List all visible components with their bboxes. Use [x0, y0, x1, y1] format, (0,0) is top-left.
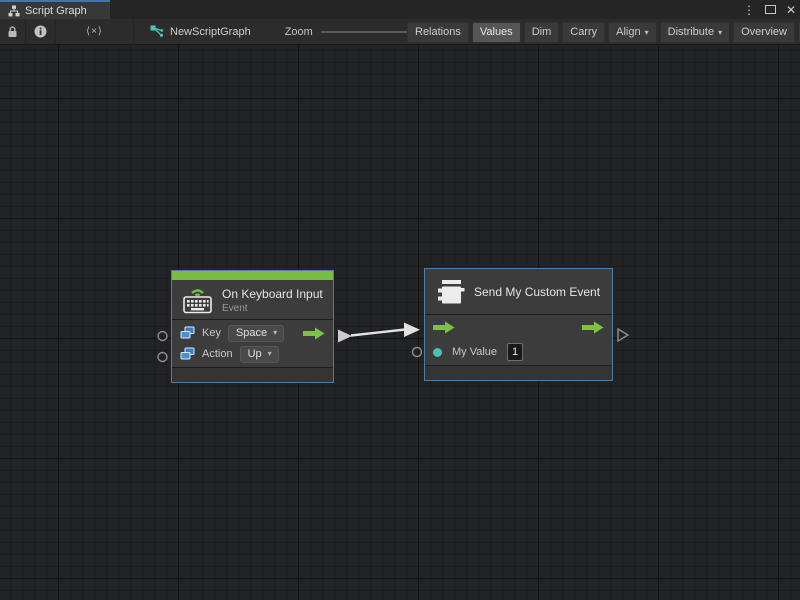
- node-footer: [172, 368, 333, 382]
- info-icon: [34, 25, 47, 38]
- code-view-button[interactable]: ⟨×⟩: [56, 19, 134, 45]
- chevron-down-icon: ▾: [273, 328, 277, 337]
- literal-icon: [180, 326, 195, 340]
- control-flow-row: [425, 315, 612, 339]
- value-port-dot-icon[interactable]: [433, 348, 442, 357]
- chevron-down-icon: ▾: [268, 349, 272, 358]
- connections-overlay: [0, 45, 800, 600]
- node-footer: [425, 366, 612, 380]
- carry-button[interactable]: Carry: [562, 22, 605, 43]
- action-port-label: Action: [202, 348, 233, 360]
- graph-hierarchy-icon: [8, 5, 20, 17]
- action-port-row: Action Up ▾: [172, 344, 333, 365]
- key-port-label: Key: [202, 327, 221, 339]
- connection-end-arrow: [404, 323, 420, 338]
- key-input-port: [158, 332, 167, 341]
- key-dropdown[interactable]: Space ▾: [228, 325, 284, 342]
- chevron-down-icon: ▾: [718, 28, 722, 37]
- action-dropdown[interactable]: Up ▾: [240, 346, 279, 363]
- output-port-triangle: [618, 329, 628, 341]
- graph-name: NewScriptGraph: [170, 26, 251, 38]
- my-value-row: My Value 1: [425, 339, 612, 365]
- literal-icon: [180, 347, 195, 361]
- control-input-arrow-icon[interactable]: [433, 321, 455, 334]
- relations-button[interactable]: Relations: [407, 22, 469, 43]
- key-port-row: Key Space ▾: [172, 323, 333, 344]
- lock-icon: [7, 26, 18, 38]
- align-dropdown-button[interactable]: Align ▾: [608, 22, 656, 43]
- custom-event-icon: [435, 278, 465, 306]
- dim-button[interactable]: Dim: [524, 22, 560, 43]
- action-input-port: [158, 353, 167, 362]
- close-icon[interactable]: ✕: [786, 4, 796, 16]
- node-subtitle: Event: [222, 303, 323, 314]
- tab-title: Script Graph: [25, 5, 87, 17]
- my-value-input-port: [413, 348, 422, 357]
- lock-button[interactable]: [0, 19, 26, 45]
- control-output-arrow-icon[interactable]: [582, 321, 604, 334]
- tab-bar: Script Graph ⋮ ✕: [0, 0, 800, 19]
- menu-kebab-icon[interactable]: ⋮: [743, 4, 755, 16]
- event-accent-bar: [172, 271, 333, 280]
- node-on-keyboard-input[interactable]: On Keyboard Input Event Key Space ▾: [171, 270, 334, 383]
- distribute-dropdown-button[interactable]: Distribute ▾: [660, 22, 730, 43]
- maximize-icon[interactable]: [765, 5, 776, 14]
- zoom-slider[interactable]: [321, 31, 417, 33]
- node-title: Send My Custom Event: [474, 285, 600, 299]
- keyboard-icon: [182, 286, 213, 314]
- zoom-label: Zoom: [285, 26, 313, 38]
- values-button[interactable]: Values: [472, 22, 521, 43]
- connection-wire: [351, 330, 405, 336]
- overview-button[interactable]: Overview: [733, 22, 795, 43]
- graph-toolbar: ⟨×⟩ NewScriptGraph Zoom 1x Relations Val…: [0, 19, 800, 45]
- my-value-input[interactable]: 1: [507, 343, 523, 361]
- angle-brackets-x-icon: ⟨×⟩: [86, 26, 103, 37]
- control-output-arrow-icon[interactable]: [303, 327, 325, 340]
- graph-canvas[interactable]: On Keyboard Input Event Key Space ▾: [0, 45, 800, 600]
- node-send-my-custom-event[interactable]: Send My Custom Event My Value: [424, 268, 613, 381]
- graph-reference[interactable]: NewScriptGraph: [150, 25, 251, 38]
- my-value-label: My Value: [452, 346, 497, 358]
- node-title: On Keyboard Input: [222, 287, 323, 301]
- connection-start-arrow: [338, 330, 352, 343]
- script-graph-asset-icon: [150, 25, 164, 38]
- info-button[interactable]: [26, 19, 56, 45]
- tab-script-graph[interactable]: Script Graph: [0, 0, 110, 19]
- chevron-down-icon: ▾: [645, 28, 649, 37]
